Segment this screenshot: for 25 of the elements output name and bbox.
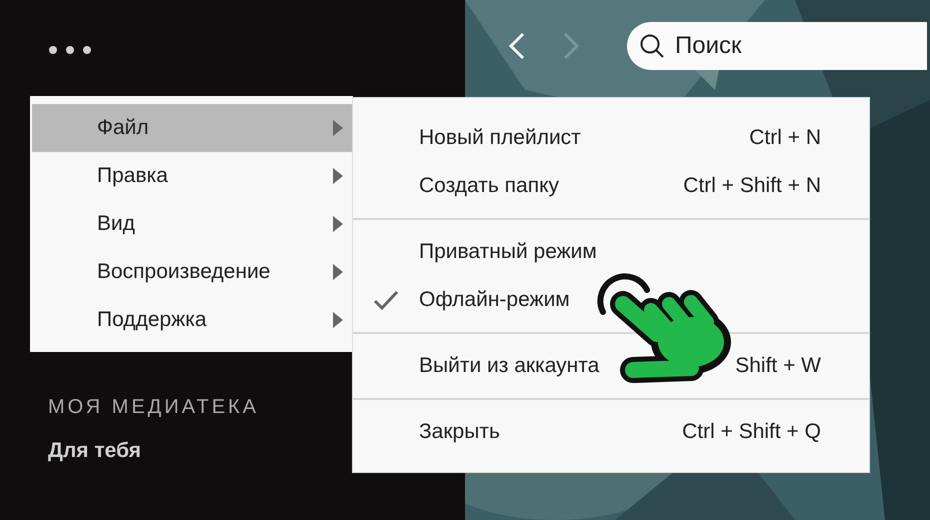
submenu-arrow-icon xyxy=(332,119,344,137)
sidebar-item[interactable]: Для тебя xyxy=(48,439,142,463)
shortcut-label: Ctrl + Shift + N xyxy=(683,174,821,198)
shortcut-label: Shift + W xyxy=(735,354,821,378)
more-icon[interactable] xyxy=(48,44,92,56)
menu-item[interactable]: Создать папку Ctrl + Shift + N xyxy=(353,162,869,210)
menu-item[interactable]: Офлайн-режим xyxy=(353,276,869,324)
menu-item[interactable]: Приватный режим xyxy=(353,228,869,276)
menu-item[interactable]: Новый плейлист Ctrl + N xyxy=(353,114,869,162)
menu-item[interactable]: Файл xyxy=(32,104,352,152)
search-icon xyxy=(639,33,665,59)
section-heading: МОЯ МЕДИАТЕКА xyxy=(48,396,260,419)
search-field[interactable]: Поиск xyxy=(627,22,927,70)
menu-item[interactable]: Поддержка xyxy=(32,296,352,344)
menu-item[interactable]: Воспроизведение xyxy=(32,248,352,296)
submenu-arrow-icon xyxy=(332,263,344,281)
menu-item[interactable]: Выйти из аккаунта Shift + W xyxy=(353,342,869,390)
menu-item[interactable]: Закрыть Ctrl + Shift + Q xyxy=(353,408,869,456)
submenu-arrow-icon xyxy=(332,167,344,185)
submenu-arrow-icon xyxy=(332,215,344,233)
menu-item[interactable]: Правка xyxy=(32,152,352,200)
shortcut-label: Ctrl + N xyxy=(749,126,821,150)
submenu-arrow-icon xyxy=(332,311,344,329)
shortcut-label: Ctrl + Shift + Q xyxy=(682,420,821,444)
menu-item[interactable]: Вид xyxy=(32,200,352,248)
